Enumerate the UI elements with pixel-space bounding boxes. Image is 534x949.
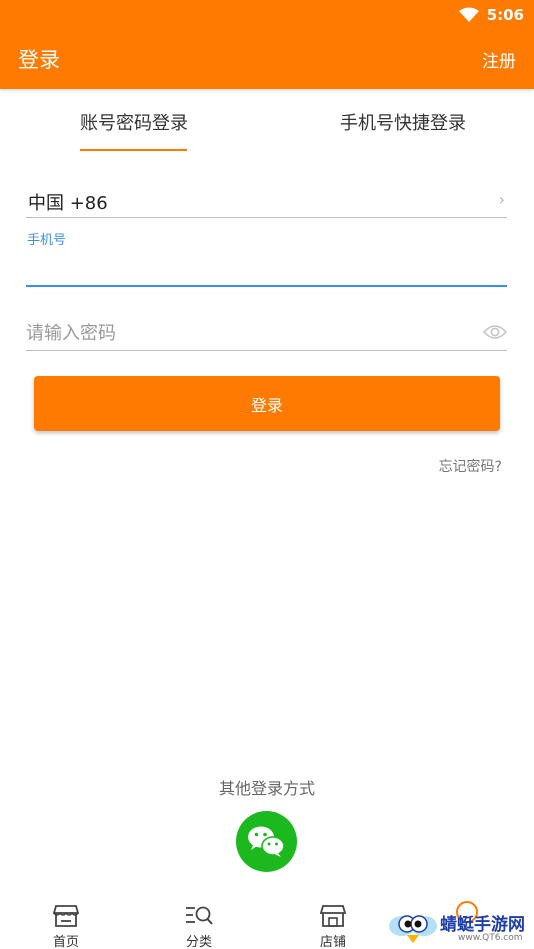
- forgot-password-link[interactable]: 忘记密码?: [439, 456, 502, 476]
- wechat-icon: [248, 826, 285, 857]
- dragonfly-mascot-icon: [389, 915, 437, 943]
- nav-category-label: 分类: [185, 935, 212, 949]
- app-bar: 5:06 登录 注册: [0, 0, 534, 89]
- nav-home[interactable]: 首页: [31, 903, 101, 949]
- phone-input-underline: [26, 285, 507, 287]
- password-input[interactable]: [26, 317, 466, 349]
- register-button[interactable]: 注册: [482, 47, 516, 72]
- watermark-url: www.QT6.com: [458, 933, 523, 943]
- tab-phone-quick[interactable]: 手机号快捷登录: [340, 109, 466, 135]
- other-login-label: 其他登录方式: [218, 779, 315, 798]
- tab-account-password[interactable]: 账号密码登录: [80, 109, 188, 135]
- watermark-text: 蜻蜓手游网: [440, 915, 525, 935]
- wifi-icon: [458, 7, 479, 22]
- login-button[interactable]: 登录: [34, 376, 500, 431]
- home-store-icon: [52, 905, 80, 927]
- password-field-row: [26, 317, 507, 351]
- shop-icon: [319, 905, 347, 927]
- page-title: 登录: [18, 48, 60, 72]
- nav-category[interactable]: 分类: [164, 903, 234, 949]
- nav-home-label: 首页: [52, 935, 79, 949]
- wechat-login-button[interactable]: [236, 811, 297, 872]
- chevron-right-icon: ›: [498, 190, 505, 209]
- phone-field-label: 手机号: [27, 233, 67, 248]
- status-time: 5:06: [486, 6, 524, 24]
- eye-icon[interactable]: [483, 323, 507, 341]
- active-tab-indicator: [80, 149, 187, 151]
- country-code-value: 中国 +86: [28, 193, 108, 214]
- watermark-logo: 蜻蜓手游网 www.QT6.com: [386, 906, 531, 946]
- country-code-selector[interactable]: 中国 +86 ›: [26, 186, 507, 218]
- nav-shop[interactable]: 店铺: [298, 903, 368, 949]
- category-search-icon: [186, 906, 213, 925]
- status-bar: 5:06: [458, 4, 524, 26]
- nav-shop-label: 店铺: [319, 935, 346, 949]
- login-tabs: 账号密码登录 手机号快捷登录: [0, 89, 534, 153]
